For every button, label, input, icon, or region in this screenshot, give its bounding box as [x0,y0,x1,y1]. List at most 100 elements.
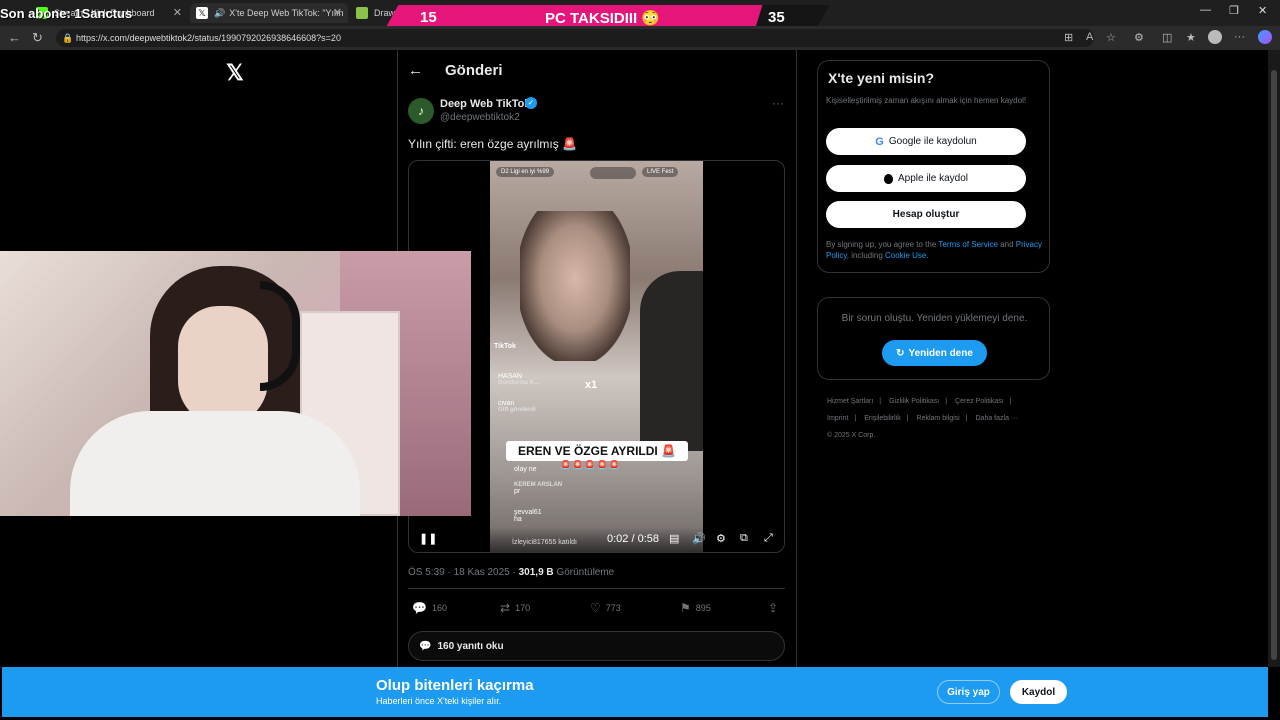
create-account-button[interactable]: Hesap oluştur [826,201,1026,228]
footer-link[interactable]: Imprint [827,415,848,422]
retweet-button[interactable]: ⇄ 170 [500,601,530,615]
create-account-label: Hesap oluştur [892,209,960,220]
video-caption-sub: 🚨🚨🚨🚨🚨 [560,460,622,470]
favorites-bar-icon[interactable]: ★ [1186,31,1196,44]
read-replies-label: 160 yanıtı oku [437,640,504,652]
read-replies-button[interactable]: 💬 160 yanıtı oku [408,631,785,661]
like-button[interactable]: ♡ 773 [590,601,621,615]
bookmark-button[interactable]: ⚑ 895 [680,601,711,615]
chat-text: olay ne [514,466,537,473]
legal-and: and [997,240,1016,249]
captions-icon[interactable]: ▤ [669,532,679,545]
chat-message: olay ne [514,466,537,473]
retweet-icon: ⇄ [500,601,511,615]
score-left: 15 [420,9,437,26]
read-aloud-icon[interactable]: A [1086,31,1093,43]
apple-icon [883,173,893,184]
chat-user: şevval61 [514,509,542,516]
terms-link[interactable]: Terms of Service [938,240,998,249]
close-tab-icon[interactable]: ✕ [333,6,342,19]
refresh-icon[interactable]: ↻ [32,30,43,46]
profile-avatar[interactable] [1208,30,1222,44]
back-arrow-icon[interactable]: ← [408,62,423,79]
streamer-face [178,306,268,426]
maximize-icon[interactable]: ❐ [1229,4,1239,17]
video-blank-badge [590,167,636,179]
back-icon[interactable]: ← [8,30,21,45]
pause-icon[interactable]: ❚❚ [419,532,437,545]
video-person [520,211,630,361]
footer-link[interactable]: Gizlilik Politikası [889,398,939,405]
chat-text: Gift gönderdi [498,407,536,413]
chat-user: civan [498,400,515,407]
tab-x-post[interactable]: 𝕏 🔊 X'te Deep Web TikTok: "Yılın ✕ [190,3,348,23]
url-field[interactable]: 🔒 https://x.com/deepwebtiktok2/status/19… [56,29,1094,47]
footer-link[interactable]: Çerez Politikası [955,398,1004,405]
pip-icon[interactable]: ⧉ [740,532,748,545]
bookmark-icon: ⚑ [680,601,691,615]
footer-separator: | [1009,398,1012,405]
footer-separator: | [906,415,909,422]
split-screen-icon[interactable]: ◫ [1162,31,1172,44]
video-frame[interactable]: D2 Ligi en iyi %99 LIVE Fest TikTok HASA… [490,161,703,552]
site-info-icon[interactable]: 🔒 [62,29,73,47]
signup-button[interactable]: Kaydol [1010,680,1067,704]
signup-subtitle: Kişiselleştirilmiş zaman akışını almak i… [826,96,1027,105]
bookmark-count: 895 [695,603,711,613]
footer-link[interactable]: Reklam bilgisi [917,415,960,422]
speaker-icon[interactable]: 🔊 [214,8,225,19]
chat-message: şevval61 ha [514,509,542,523]
close-window-icon[interactable]: ✕ [1258,4,1267,17]
app-icon[interactable]: ⊞ [1064,31,1073,44]
tweet-views: 301,9 B [518,567,554,578]
footer-separator: | [879,398,882,405]
chat-message: HASAN Dondurma K... [498,373,539,386]
fullscreen-icon[interactable]: ⤢ [764,532,773,545]
video-live-badge: LIVE Fest [642,167,679,177]
footer-link[interactable]: Erişilebilirlik [864,415,901,422]
minimize-icon[interactable]: — [1200,4,1211,16]
page-title: Gönderi [445,62,503,79]
tweet-time: ÖS 5:39 · 18 Kas 2025 · [408,567,519,578]
settings-icon[interactable]: ⚙ [716,532,726,545]
author-name[interactable]: Deep Web TikTok [440,98,530,110]
favorite-icon[interactable]: ☆ [1106,31,1116,44]
share-button[interactable]: ⇪ [768,601,778,615]
author-handle[interactable]: @deepwebtiktok2 [440,112,520,123]
scroll-thumb[interactable] [1271,70,1277,660]
score-title-text: PC TAKSIDIII [545,10,638,27]
signup-card: X'te yeni misin? Kişiselleştirilmiş zama… [817,60,1050,273]
chat-user: HASAN [498,373,523,380]
google-signup-button[interactable]: G Google ile kaydolun [826,128,1026,155]
x-logo-icon[interactable]: 𝕏 [226,60,244,86]
scrollbar[interactable] [1268,50,1280,667]
close-tab-icon[interactable]: ✕ [173,6,182,19]
apple-signup-button[interactable]: Apple ile kaydol [826,165,1026,192]
chat-bubble-icon: 💬 [419,640,432,652]
reply-button[interactable]: 💬 160 [412,601,447,615]
error-message: Bir sorun oluştu. Yeniden yüklemeyi dene… [841,313,1028,324]
menu-icon[interactable]: ··· [1234,31,1245,43]
footer-link[interactable]: Hizmet Şartları [827,398,873,405]
error-card: Bir sorun oluştu. Yeniden yüklemeyi dene… [817,297,1050,380]
author-avatar[interactable]: ♪ [408,98,434,124]
cookie-link[interactable]: Cookie Use. [885,251,929,260]
footer-links: Hizmet Şartları | Gizlilik Politikası | Çe… [827,393,1047,444]
footer-more-link[interactable]: Daha fazla ··· [976,415,1018,422]
like-count: 773 [605,603,621,613]
retry-button[interactable]: ↻ Yeniden dene [882,340,987,366]
x-favicon-icon: 𝕏 [196,7,208,19]
login-button[interactable]: Giriş yap [937,680,1000,704]
chat-message: civan Gift gönderdi [498,400,536,413]
tiktok-watermark: TikTok [494,343,516,350]
signup-title: X'te yeni misin? [828,70,935,86]
last-subscriber-label: Son abone: 1Sanctus [0,6,133,21]
volume-icon[interactable]: 🔊 [692,532,706,545]
copilot-icon[interactable] [1258,30,1272,44]
url-text: https://x.com/deepwebtiktok2/status/1990… [76,33,341,43]
google-signup-label: Google ile kaydolun [888,136,977,147]
google-icon: G [875,135,884,148]
extensions-icon[interactable]: ⚙ [1134,31,1144,44]
more-options-icon[interactable]: ··· [772,96,784,110]
legal-pre: By signing up, you agree to the [826,240,939,249]
